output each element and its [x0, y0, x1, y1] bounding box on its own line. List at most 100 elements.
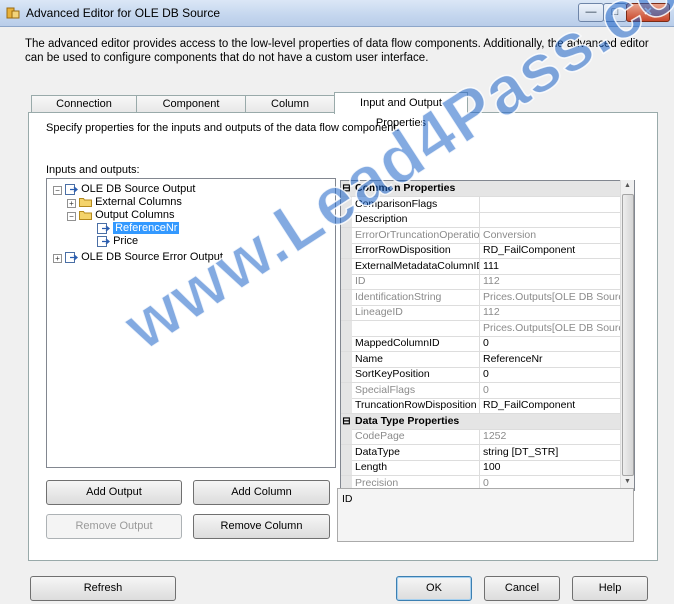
property-row[interactable]: Description [341, 212, 621, 228]
property-value[interactable]: 111 [481, 259, 623, 274]
property-name: Description [353, 212, 480, 227]
remove-column-button[interactable]: Remove Column [193, 514, 330, 539]
tree-node-source-output[interactable]: OLE DB Source Output [65, 183, 195, 196]
add-column-button[interactable]: Add Column [193, 480, 330, 505]
property-row[interactable]: ErrorOrTruncationOperation Conversion [341, 227, 621, 244]
property-grid-scrollbar[interactable]: ▲ ▼ [620, 180, 634, 489]
ok-button[interactable]: OK [396, 576, 472, 601]
property-name: ID [353, 274, 480, 289]
close-button[interactable]: ✕ [626, 3, 670, 22]
tree-node-output-columns[interactable]: Output Columns [79, 209, 175, 222]
collapse-icon[interactable]: − [53, 186, 62, 195]
tree-label: OLE DB Source Output [81, 183, 196, 195]
property-value[interactable]: RD_FailComponent [481, 243, 623, 258]
property-value: Conversion [483, 228, 537, 241]
property-row[interactable]: Name ReferenceNr [341, 351, 623, 368]
collapse-icon[interactable]: − [67, 212, 76, 221]
property-row[interactable]: ID 112 [341, 274, 621, 290]
output-icon [65, 251, 78, 263]
property-grid[interactable]: ⊟ Common Properties ComparisonFlags Descrip… [340, 180, 635, 491]
property-name: ErrorOrTruncationOperation [355, 227, 480, 243]
property-row[interactable]: DataType string [DT_STR] [341, 444, 623, 461]
property-name: TruncationRowDisposition [353, 398, 480, 413]
refresh-button[interactable]: Refresh [30, 576, 176, 601]
property-name: DataType [353, 444, 480, 460]
property-name: ExternalMetadataColumnID [355, 258, 480, 274]
add-output-button[interactable]: Add Output [46, 480, 182, 505]
property-value[interactable]: 0 [481, 367, 623, 382]
property-row[interactable]: ComparisonFlags [341, 196, 623, 213]
property-name: Common Properties [355, 182, 456, 194]
app-icon [6, 7, 20, 19]
scroll-thumb[interactable] [622, 194, 634, 476]
property-value[interactable] [481, 212, 623, 227]
property-value[interactable]: RD_FailComponent [481, 398, 623, 413]
tree-node-external-columns[interactable]: External Columns [79, 196, 182, 209]
maximize-button[interactable]: □ [603, 3, 627, 22]
property-value: 0 [483, 383, 489, 396]
minimize-button[interactable]: — [578, 3, 604, 22]
tree-label: Price [113, 235, 139, 247]
tree-node-price[interactable]: Price [97, 235, 138, 248]
cancel-button[interactable]: Cancel [484, 576, 560, 601]
property-row[interactable]: MappedColumnID 0 [341, 336, 621, 352]
tree-label: Output Columns [95, 209, 175, 221]
title-bar: Advanced Editor for OLE DB Source — □ ✕ [0, 0, 674, 27]
property-value: 112 [483, 306, 500, 318]
property-category[interactable]: ⊟ Common Properties [341, 181, 621, 197]
folder-open-icon [79, 211, 92, 221]
property-name: Data Type Properties [355, 414, 460, 427]
property-row[interactable]: TruncationRowDisposition RD_FailComponent [341, 398, 621, 414]
property-name: Length [353, 460, 480, 475]
property-help-box: ID [337, 488, 634, 542]
tree-label: External Columns [95, 196, 182, 208]
row-margin [341, 351, 352, 367]
tab-component-properties[interactable]: Component Properties [136, 95, 246, 127]
expand-icon[interactable]: + [67, 199, 76, 208]
row-margin [341, 460, 352, 475]
tab-connection-managers[interactable]: Connection Managers [31, 95, 137, 127]
help-button[interactable]: Help [572, 576, 648, 601]
row-margin [341, 382, 352, 398]
property-row[interactable]: SortKeyPosition 0 [341, 367, 621, 383]
property-value[interactable]: string [DT_STR] [481, 445, 623, 460]
row-margin [341, 227, 352, 243]
property-name: LineageID [353, 305, 480, 320]
expand-icon[interactable]: + [53, 254, 62, 263]
property-value[interactable]: 0 [481, 336, 623, 351]
property-help-text: ID [342, 493, 353, 505]
close-icon: ✕ [643, 6, 653, 18]
property-category[interactable]: ⊟ Data Type Properties [341, 413, 621, 430]
property-value: Prices.Outputs[OLE DB Source [483, 290, 623, 303]
row-margin [341, 336, 352, 351]
property-value[interactable]: 100 [481, 460, 623, 475]
column-icon [97, 235, 110, 247]
row-margin [341, 289, 352, 305]
row-margin [341, 444, 352, 460]
property-row[interactable]: Length 100 [341, 460, 621, 476]
remove-output-button[interactable]: Remove Output [46, 514, 182, 539]
property-row[interactable]: LineageID 112 [341, 305, 621, 321]
property-row[interactable]: Prices.Outputs[OLE DB Source [341, 320, 623, 337]
property-value[interactable]: ReferenceNr [481, 352, 623, 367]
collapse-icon: ⊟ [341, 413, 352, 429]
scroll-up-icon[interactable]: ▲ [621, 180, 634, 192]
tree-node-error-output[interactable]: OLE DB Source Error Output [65, 251, 223, 264]
property-value: 1252 [483, 430, 507, 442]
scroll-down-icon[interactable]: ▼ [621, 476, 634, 488]
property-name: IdentificationString [353, 289, 480, 305]
property-row[interactable]: ErrorRowDisposition RD_FailComponent [341, 243, 621, 259]
property-row[interactable]: IdentificationString Prices.Outputs[OLE D… [341, 289, 623, 306]
tab-input-output-properties[interactable]: Input and Output Properties [334, 92, 468, 129]
tab-column-mappings[interactable]: Column Mappings [245, 95, 335, 127]
inputs-outputs-tree[interactable]: − OLE DB Source Output + External Column… [46, 178, 336, 468]
property-row[interactable]: CodePage 1252 [341, 429, 621, 445]
tree-label-selected: ReferenceNr [113, 222, 180, 234]
property-name: CodePage [353, 429, 480, 444]
editor-description: The advanced editor provides access to t… [25, 38, 649, 64]
property-row[interactable]: ExternalMetadataColumnID 111 [341, 258, 623, 275]
property-row[interactable]: SpecialFlags 0 [341, 382, 621, 399]
property-value[interactable] [481, 197, 623, 212]
tree-node-referencenr[interactable]: ReferenceNr [97, 222, 180, 235]
property-name: ComparisonFlags [353, 196, 480, 212]
